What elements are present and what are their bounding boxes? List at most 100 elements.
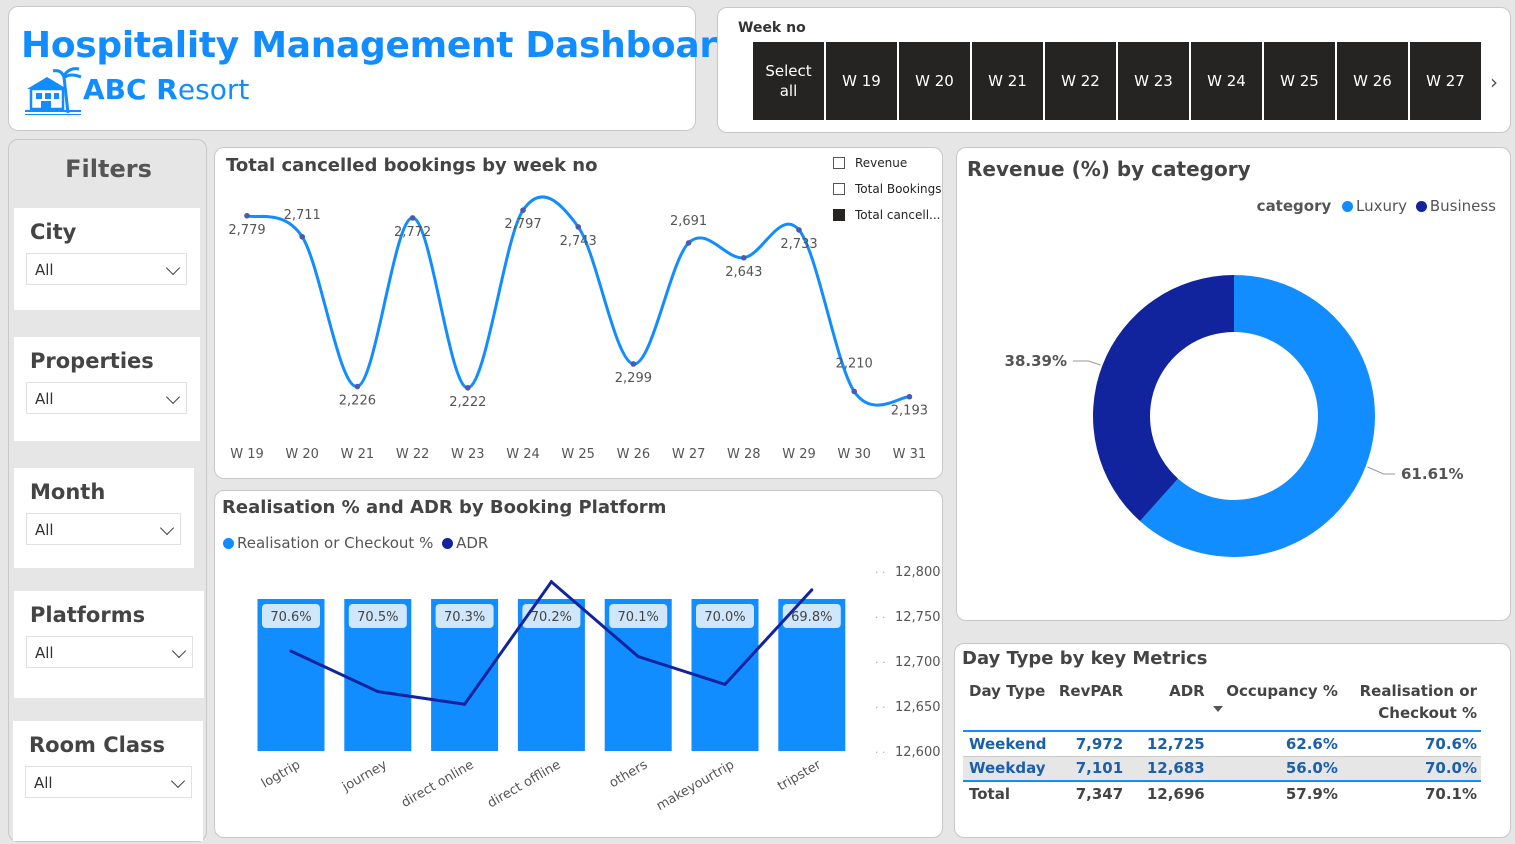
adr-point[interactable] (810, 588, 814, 592)
table-total-row[interactable]: Total 7,347 12,696 57.9% 70.1% (963, 780, 1481, 806)
week-slicer: Week no Select all W 19 W 20 W 21 W 22 W 23 W … (717, 7, 1511, 133)
adr-point[interactable] (636, 655, 640, 658)
x-tick-label: W 24 (506, 447, 540, 462)
x-tick-label: tripster (775, 757, 824, 794)
adr-point[interactable] (549, 580, 553, 584)
adr-point[interactable] (723, 682, 727, 686)
week-button-w21[interactable]: W 21 (972, 42, 1043, 120)
table-cell: 7,101 (1054, 755, 1128, 781)
week-select-all-button[interactable]: Select all (753, 42, 824, 120)
line-data-label: 2,743 (560, 234, 597, 249)
line-data-label: 2,711 (284, 208, 321, 223)
line-data-label: 2,643 (725, 265, 762, 280)
leader-line (1367, 466, 1395, 475)
table-title: Day Type by key Metrics (962, 648, 1208, 669)
table-row[interactable]: Weekday 7,101 12,683 56.0% 70.0% (963, 755, 1481, 781)
col-revpar[interactable]: RevPAR (1055, 678, 1127, 731)
week-button-w27[interactable]: W 27 (1410, 42, 1481, 120)
table-cell: 12,683 (1127, 755, 1209, 781)
dropdown-value: All (34, 774, 53, 792)
table-cell: Weekday (963, 755, 1055, 781)
adr-point[interactable] (289, 649, 293, 653)
slice-business[interactable] (1093, 275, 1234, 522)
filter-platforms: Platforms All (14, 591, 204, 698)
y2-tick-label: 12,600 (895, 745, 941, 760)
col-realisation[interactable]: Realisation or Checkout % (1342, 678, 1481, 731)
line-point[interactable] (741, 254, 747, 261)
x-tick-label: W 29 (782, 447, 816, 462)
bar-data-label: 69.8% (791, 610, 832, 625)
tick-dots: · · (875, 701, 886, 714)
line-point[interactable] (520, 207, 526, 213)
week-button-w26[interactable]: W 26 (1337, 42, 1408, 120)
tick-dots: · · (875, 746, 886, 759)
filter-city: City All (14, 208, 200, 310)
x-tick-label: makeyourtrip (654, 757, 737, 814)
x-tick-label: W 25 (561, 447, 595, 462)
line-point[interactable] (465, 384, 471, 391)
tick-dots: · · (875, 611, 886, 624)
cancelled-bookings-chart: Total cancelled bookings by week no Reve… (214, 147, 943, 479)
y2-tick-label: 12,700 (895, 655, 941, 670)
chevron-down-icon (165, 389, 181, 405)
line-data-label: 2,193 (891, 404, 928, 419)
filter-month-label: Month (30, 480, 106, 504)
line-point[interactable] (851, 388, 857, 395)
adr-point[interactable] (376, 690, 380, 694)
line-point[interactable] (409, 215, 416, 221)
dropdown-value: All (35, 261, 54, 279)
week-slicer-label: Week no (738, 20, 806, 36)
filter-month: Month All (14, 468, 194, 568)
line-point[interactable] (796, 227, 802, 233)
donut-chart-plot: 61.61% 38.39% (1005, 275, 1463, 557)
x-tick-label: W 22 (396, 447, 430, 462)
x-tick-label: journey (339, 757, 390, 795)
table-cell: 62.6% (1208, 730, 1342, 756)
filters-title: Filters (65, 155, 152, 183)
x-tick-label: W 30 (837, 447, 871, 462)
line-data-label: 2,299 (615, 371, 652, 386)
line-point[interactable] (630, 361, 637, 367)
week-button-w22[interactable]: W 22 (1045, 42, 1116, 120)
filter-properties-label: Properties (30, 349, 154, 373)
line-data-label: 2,210 (836, 356, 873, 371)
table-row[interactable]: Weekend 7,972 12,725 62.6% 70.6% (963, 730, 1481, 756)
col-day-type[interactable]: Day Type (963, 678, 1055, 731)
table-cell: 56.0% (1208, 755, 1342, 781)
line-point[interactable] (354, 383, 361, 390)
col-adr[interactable]: ADR (1127, 678, 1223, 731)
week-button-w20[interactable]: W 20 (899, 42, 970, 120)
day-type-metrics-table: Day Type by key Metrics Day Type RevPAR … (954, 643, 1511, 838)
x-tick-label: W 27 (672, 447, 706, 462)
filter-city-dropdown[interactable]: All (26, 253, 187, 285)
chevron-right-icon[interactable]: › (1490, 70, 1498, 94)
filter-month-dropdown[interactable]: All (26, 513, 181, 545)
line-point[interactable] (685, 240, 692, 246)
week-button-w19[interactable]: W 19 (826, 42, 897, 120)
chevron-down-icon (165, 260, 181, 276)
filter-platforms-dropdown[interactable]: All (26, 636, 193, 668)
bar-data-label: 70.0% (704, 610, 745, 625)
slice-label: 38.39% (1005, 352, 1067, 370)
chevron-down-icon (171, 643, 187, 659)
x-tick-label: others (607, 757, 651, 791)
line-point[interactable] (906, 393, 913, 400)
line-point[interactable] (575, 224, 581, 230)
line-point[interactable] (244, 212, 250, 219)
leader-line (1073, 360, 1101, 366)
filter-room-class: Room Class All (13, 721, 203, 841)
line-data-label: 2,772 (394, 225, 431, 240)
week-button-w25[interactable]: W 25 (1264, 42, 1335, 120)
filter-room-class-dropdown[interactable]: All (25, 766, 192, 798)
sort-descending-icon[interactable] (1212, 706, 1223, 712)
line-point[interactable] (299, 233, 305, 240)
col-occupancy[interactable]: Occupancy % (1209, 678, 1342, 731)
week-button-w24[interactable]: W 24 (1191, 42, 1262, 120)
table-header-row: Day Type RevPAR ADR Occupancy % Realisat… (963, 678, 1481, 731)
week-button-w23[interactable]: W 23 (1118, 42, 1189, 120)
filter-properties-dropdown[interactable]: All (26, 382, 187, 414)
y2-tick-label: 12,750 (895, 610, 941, 625)
adr-point[interactable] (463, 702, 467, 706)
bar-data-label: 70.2% (531, 610, 572, 625)
table-cell: Weekend (963, 730, 1055, 756)
